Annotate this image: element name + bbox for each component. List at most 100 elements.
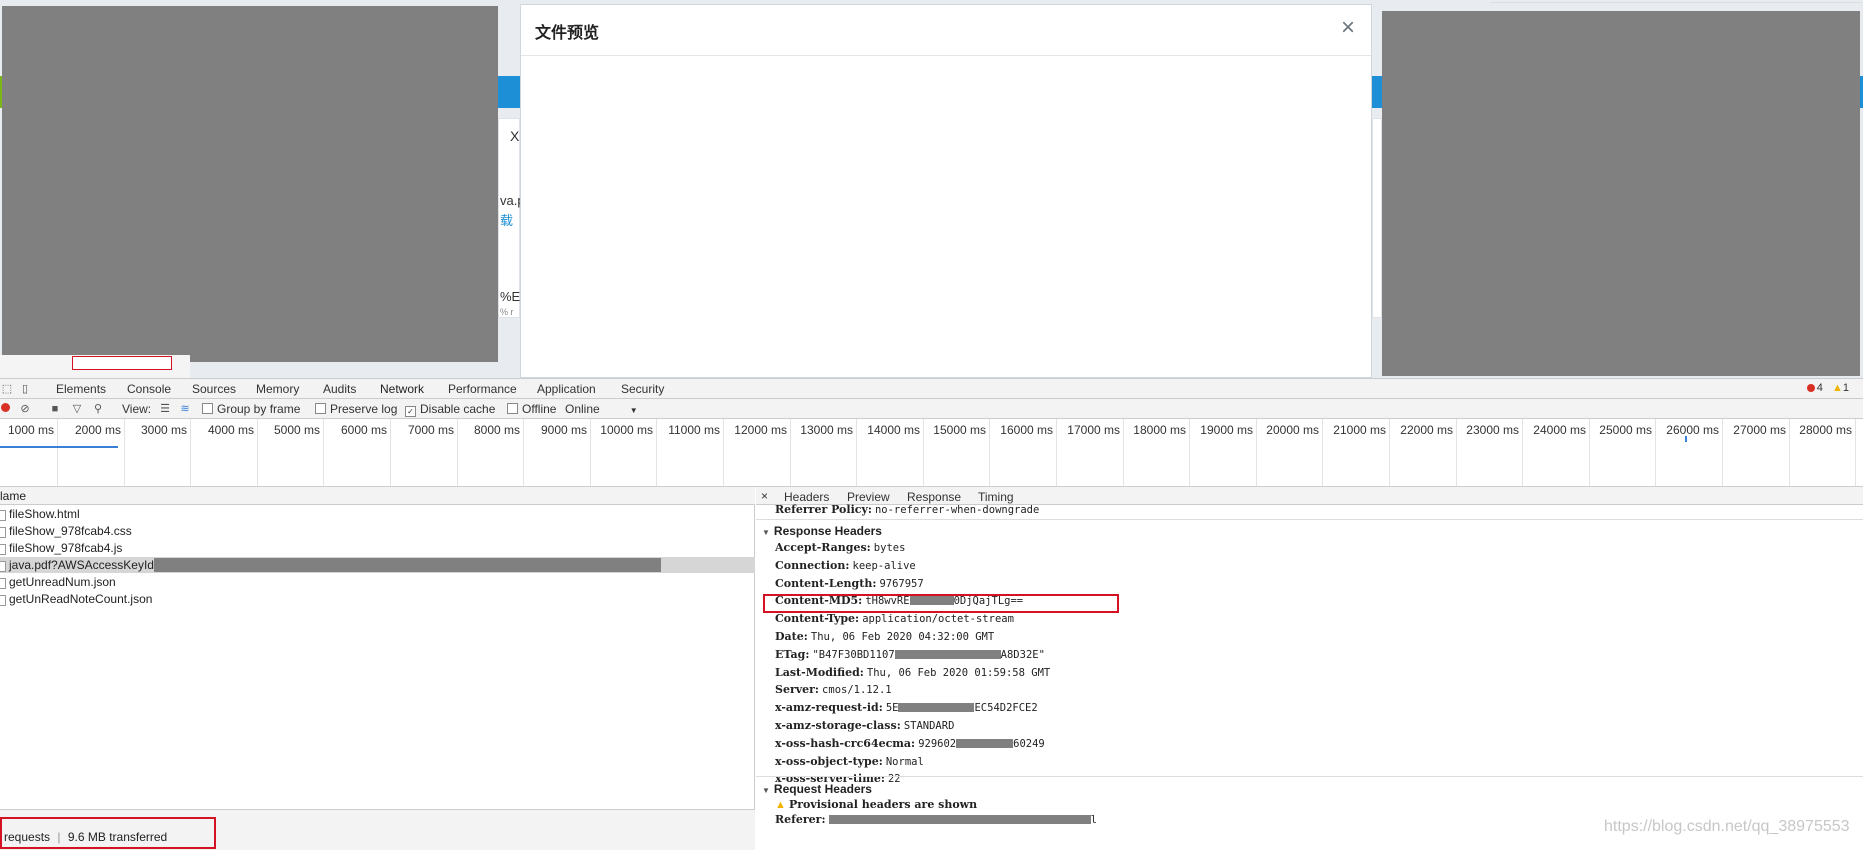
disable-cache-label: Disable cache xyxy=(420,402,496,416)
inspect-element-icon[interactable]: ⬚ xyxy=(0,382,14,396)
tab-elements[interactable]: Elements xyxy=(56,382,106,396)
name-column-header[interactable]: lame xyxy=(0,487,755,505)
response-header-row: Content-Type: application/octet-stream xyxy=(775,612,1014,625)
error-icon xyxy=(1806,384,1815,392)
header-value-tail: l xyxy=(1090,814,1097,826)
request-detail-pane: × Headers Preview Response Timing Referr… xyxy=(756,487,1863,850)
camera-icon[interactable]: ■ xyxy=(48,402,62,416)
search-icon[interactable]: ⚲ xyxy=(91,402,105,416)
timeline-tick-label: 7000 ms xyxy=(407,423,454,437)
error-warning-counter[interactable]: 4 ▲1 xyxy=(1806,382,1849,394)
section-divider xyxy=(756,776,1863,777)
request-row[interactable]: fileShow.html xyxy=(0,506,755,522)
timeline-tick-label: 4000 ms xyxy=(207,423,254,437)
warning-icon: ▲ xyxy=(1831,382,1843,394)
header-value: application/octet-stream xyxy=(862,613,1014,626)
redacted-value xyxy=(894,649,1001,659)
request-row[interactable]: java.pdf?AWSAccessKeyId= xyxy=(0,557,755,573)
header-key: Server: xyxy=(775,683,819,697)
timeline-gridline xyxy=(124,419,125,486)
timeline-gridline xyxy=(1389,419,1390,486)
header-key: Accept-Ranges: xyxy=(775,541,871,554)
record-icon[interactable] xyxy=(0,402,12,416)
tab-application[interactable]: Application xyxy=(537,382,596,396)
timeline-gridline xyxy=(723,419,724,486)
request-row[interactable]: fileShow_978fcab4.js xyxy=(0,540,755,556)
response-header-row: Connection: keep-alive xyxy=(775,559,916,572)
tab-headers[interactable]: Headers xyxy=(784,490,829,504)
request-headers-toggle[interactable]: ▼ Request Headers xyxy=(762,782,872,796)
timeline-gridline xyxy=(790,419,791,486)
tab-console[interactable]: Console xyxy=(127,382,171,396)
provisional-warning: ▲ Provisional headers are shown xyxy=(775,798,977,811)
timeline-gridline xyxy=(523,419,524,486)
response-headers-title: Response Headers xyxy=(773,524,882,538)
header-value-tail: A8D32E" xyxy=(1000,648,1045,661)
close-icon[interactable]: × xyxy=(1337,16,1359,40)
devtools-panel: ⬚ ▯ Elements Console Sources Memory Audi… xyxy=(0,378,1863,850)
tab-audits[interactable]: Audits xyxy=(323,382,356,396)
throttle-select[interactable]: Online ▼ xyxy=(565,402,638,416)
device-toolbar-icon[interactable]: ▯ xyxy=(18,382,32,396)
page-header-band-left xyxy=(498,76,520,108)
file-icon xyxy=(0,527,6,538)
highlight-box-transferred xyxy=(0,817,216,849)
request-name: fileShow.html xyxy=(9,507,80,521)
expand-triangle-icon: ▼ xyxy=(762,528,770,537)
page-fragment-download[interactable]: 载 xyxy=(500,210,513,229)
file-preview-modal: 文件预览 × xyxy=(520,4,1372,378)
timeline-tick-label: 28000 ms xyxy=(1799,423,1852,437)
timeline-activity-bar xyxy=(0,446,118,448)
network-overview-timeline[interactable]: 1000 ms 2000 ms 3000 ms 4000 ms 5000 ms 6000 … xyxy=(0,419,1863,487)
redacted-region-left xyxy=(2,6,498,362)
response-headers-toggle[interactable]: ▼ Response Headers xyxy=(762,524,882,538)
header-referer: Referer: l xyxy=(775,813,1097,826)
preserve-log-checkbox[interactable]: Preserve log xyxy=(315,402,397,416)
tab-network[interactable]: Network xyxy=(380,382,424,396)
view-label: View: xyxy=(122,402,152,416)
timeline-tick-label: 9000 ms xyxy=(540,423,587,437)
timeline-gridline xyxy=(1589,419,1590,486)
response-header-row: Server: cmos/1.12.1 xyxy=(775,683,892,696)
file-icon xyxy=(0,510,6,521)
header-value: cmos/1.12.1 xyxy=(822,684,892,697)
response-header-row: x-amz-request-id: 5E EC54D2FCE2 xyxy=(775,701,1038,714)
file-icon xyxy=(0,561,6,572)
request-row[interactable]: getUnreadNum.json xyxy=(0,574,755,590)
header-key: Date: xyxy=(775,630,808,643)
close-detail-icon[interactable]: × xyxy=(761,489,768,503)
tab-memory[interactable]: Memory xyxy=(256,382,299,396)
file-icon xyxy=(0,544,6,555)
header-value: STANDARD xyxy=(903,720,955,732)
tab-preview[interactable]: Preview xyxy=(847,490,890,504)
filter-icon[interactable]: ▽ xyxy=(70,402,84,416)
page-fragment-pct: %E xyxy=(500,289,521,304)
tab-security[interactable]: Security xyxy=(621,382,664,396)
request-row[interactable]: fileShow_978fcab4.css xyxy=(0,523,755,539)
timeline-tick-label: 1000 ms xyxy=(7,423,54,437)
group-by-frame-checkbox[interactable]: Group by frame xyxy=(202,402,300,416)
tab-timing[interactable]: Timing xyxy=(978,490,1014,504)
tab-response[interactable]: Response xyxy=(907,490,961,504)
checkbox-icon xyxy=(202,403,213,414)
offline-checkbox[interactable]: Offline xyxy=(507,402,556,416)
request-row[interactable]: getUnReadNoteCount.json xyxy=(0,591,755,607)
tab-sources[interactable]: Sources xyxy=(192,382,236,396)
tab-performance[interactable]: Performance xyxy=(448,382,517,396)
timeline-tick-label: 27000 ms xyxy=(1733,423,1786,437)
timeline-gridline xyxy=(57,419,58,486)
checkbox-checked-icon: ✓ xyxy=(405,406,416,417)
chevron-down-icon: ▼ xyxy=(629,406,638,415)
timeline-gridline xyxy=(1655,419,1656,486)
request-name: fileShow_978fcab4.js xyxy=(9,541,123,555)
devtools-tab-bar: ⬚ ▯ Elements Console Sources Memory Audi… xyxy=(0,379,1863,399)
list-view-icon[interactable]: ☰ xyxy=(158,402,172,416)
offline-label: Offline xyxy=(522,402,557,416)
timeline-tick-label: 25000 ms xyxy=(1599,423,1652,437)
clear-icon[interactable]: ⊘ xyxy=(18,402,32,416)
timeline-tick-label: 12000 ms xyxy=(734,423,787,437)
disable-cache-checkbox[interactable]: ✓ Disable cache xyxy=(405,402,495,417)
header-value: 5E xyxy=(885,702,899,715)
waterfall-view-icon[interactable]: ≋ xyxy=(178,402,192,416)
page-left-accent xyxy=(0,76,2,108)
